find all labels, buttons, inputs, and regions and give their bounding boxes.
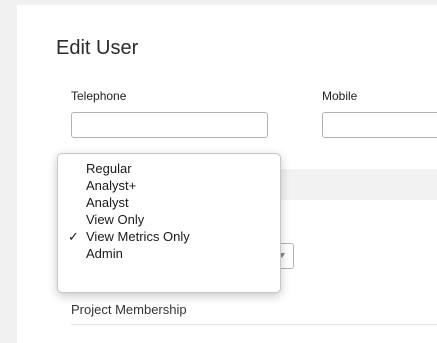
- menu-item-view-only[interactable]: View Only: [58, 211, 280, 228]
- telephone-input[interactable]: [71, 112, 268, 138]
- menu-item-analyst[interactable]: Analyst: [58, 194, 280, 211]
- divider: [71, 324, 437, 325]
- project-membership-label: Project Membership: [71, 302, 187, 317]
- menu-item-label: View Metrics Only: [86, 229, 190, 244]
- menu-item-analyst-plus[interactable]: Analyst+: [58, 177, 280, 194]
- menu-item-view-metrics-only[interactable]: ✓ View Metrics Only: [58, 228, 280, 245]
- menu-item-label: View Only: [86, 212, 145, 227]
- mobile-input[interactable]: [322, 112, 437, 138]
- user-role-dropdown-menu: Regular Analyst+ Analyst View Only ✓ Vie…: [57, 153, 281, 293]
- page-title: Edit User: [56, 37, 139, 59]
- menu-item-label: Analyst: [86, 195, 129, 210]
- checkmark-icon: ✓: [68, 229, 79, 244]
- menu-item-label: Analyst+: [86, 178, 137, 193]
- mobile-label: Mobile: [322, 89, 358, 103]
- menu-item-regular[interactable]: Regular: [58, 160, 280, 177]
- telephone-label: Telephone: [71, 89, 127, 103]
- screen: Edit User Telephone Mobile Project Membe…: [0, 0, 437, 343]
- menu-item-admin[interactable]: Admin: [58, 245, 280, 262]
- menu-item-label: Admin: [86, 246, 123, 261]
- menu-item-label: Regular: [86, 161, 132, 176]
